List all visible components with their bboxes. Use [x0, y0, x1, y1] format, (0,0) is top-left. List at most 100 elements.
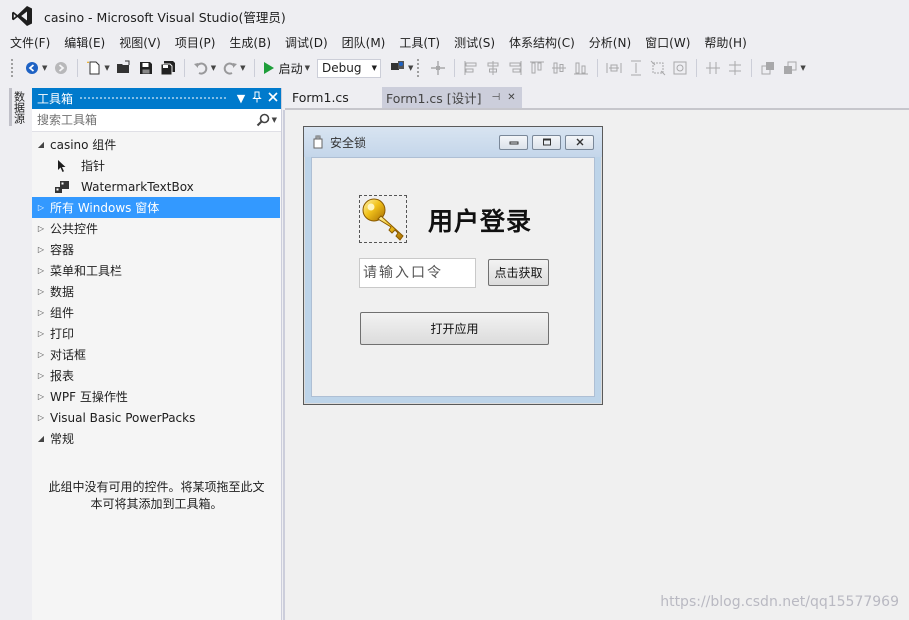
toolbox-group-components[interactable]: ▷ 组件	[32, 302, 281, 323]
undo-dropdown-icon[interactable]: ▼	[211, 64, 216, 72]
save-icon[interactable]	[136, 58, 156, 78]
close-tab-icon[interactable]: ✕	[507, 92, 515, 103]
send-to-back-icon[interactable]	[780, 58, 800, 78]
redo-icon[interactable]	[220, 58, 240, 78]
align-centers-icon[interactable]	[483, 58, 503, 78]
group-label: 打印	[50, 327, 75, 341]
vertical-spacing-icon[interactable]	[725, 58, 745, 78]
group-label: 组件	[50, 306, 75, 320]
menu-tools[interactable]: 工具(T)	[392, 34, 447, 51]
align-to-grid-icon[interactable]	[428, 58, 448, 78]
minimize-icon[interactable]	[499, 134, 528, 150]
watermark-text: https://blog.csdn.net/qq15577969	[660, 594, 899, 610]
menu-edit[interactable]: 编辑(E)	[57, 34, 112, 51]
toolbox-group-general[interactable]: ◢ 常规	[32, 428, 281, 449]
designed-form-window[interactable]: 安全锁 用户登录 请输入口令 点击获取 打开应用	[303, 126, 603, 405]
toolbar-grip[interactable]	[10, 58, 15, 78]
menu-view[interactable]: 视图(V)	[112, 34, 168, 51]
search-options-dropdown-icon[interactable]: ▼	[272, 116, 277, 124]
close-icon[interactable]	[265, 92, 281, 105]
toolbox-group-printing[interactable]: ▷ 打印	[32, 323, 281, 344]
pin-icon[interactable]	[249, 91, 265, 106]
save-all-icon[interactable]	[158, 58, 178, 78]
back-dropdown-icon[interactable]: ▼	[42, 64, 47, 72]
align-bottoms-icon[interactable]	[571, 58, 591, 78]
data-sources-tab[interactable]: 数据源	[9, 88, 26, 126]
toolbox-group-dialogs[interactable]: ▷ 对话框	[32, 344, 281, 365]
collapsed-arrow-icon: ▷	[37, 266, 45, 275]
make-same-height-icon[interactable]	[626, 58, 646, 78]
horizontal-spacing-icon[interactable]	[703, 58, 723, 78]
redo-dropdown-icon[interactable]: ▼	[240, 64, 245, 72]
close-icon[interactable]	[565, 134, 594, 150]
configuration-value: Debug	[321, 61, 362, 75]
toolbox-group-casino[interactable]: ◢ casino 组件	[32, 134, 281, 155]
toolbar-grip[interactable]	[416, 58, 422, 78]
menu-test[interactable]: 测试(S)	[447, 34, 502, 51]
undo-icon[interactable]	[191, 58, 211, 78]
menu-debug[interactable]: 调试(D)	[278, 34, 335, 51]
make-same-size-icon[interactable]	[648, 58, 668, 78]
group-label: 常规	[50, 432, 75, 446]
size-to-grid-icon[interactable]	[670, 58, 690, 78]
find-in-files-icon[interactable]	[388, 58, 408, 78]
menu-bar: 文件(F) 编辑(E) 视图(V) 项目(P) 生成(B) 调试(D) 团队(M…	[0, 32, 909, 52]
start-dropdown-icon[interactable]: ▼	[305, 64, 310, 72]
menu-build[interactable]: 生成(B)	[222, 34, 278, 51]
navigate-back-icon[interactable]	[22, 58, 42, 78]
toolbox-group-all-windows-forms[interactable]: ▷ 所有 Windows 窗体	[32, 197, 280, 218]
bring-to-front-icon[interactable]	[758, 58, 778, 78]
chevron-down-icon: ▼	[371, 64, 377, 72]
toolbox-search-input[interactable]	[37, 113, 256, 127]
menu-analyze[interactable]: 分析(N)	[582, 34, 638, 51]
document-tab-bar: Form1.cs Form1.cs [设计] ⊣ ✕	[285, 87, 909, 110]
toolbox-group-menus-toolbars[interactable]: ▷ 菜单和工具栏	[32, 260, 281, 281]
tab-label: Form1.cs	[292, 90, 349, 105]
menu-project[interactable]: 项目(P)	[168, 34, 223, 51]
menu-file[interactable]: 文件(F)	[4, 34, 57, 51]
toolbox-group-wpf-interop[interactable]: ▷ WPF 互操作性	[32, 386, 281, 407]
toolbox-group-common-controls[interactable]: ▷ 公共控件	[32, 218, 281, 239]
tab-form1-code[interactable]: Form1.cs	[285, 87, 382, 108]
solution-configuration-select[interactable]: Debug ▼	[316, 58, 381, 78]
get-code-button[interactable]: 点击获取	[488, 259, 549, 286]
align-lefts-icon[interactable]	[461, 58, 481, 78]
toolbox-group-containers[interactable]: ▷ 容器	[32, 239, 281, 260]
make-same-width-icon[interactable]	[604, 58, 624, 78]
align-middles-icon[interactable]	[549, 58, 569, 78]
menu-window[interactable]: 窗口(W)	[638, 34, 697, 51]
navigate-forward-icon[interactable]	[51, 58, 71, 78]
tab-form1-design[interactable]: Form1.cs [设计] ⊣ ✕	[382, 87, 522, 108]
start-debug-button[interactable]: 启动	[260, 58, 306, 78]
new-project-icon[interactable]	[84, 58, 104, 78]
toolbar-overflow-icon[interactable]: ▼	[800, 64, 805, 72]
toolbox-group-reporting[interactable]: ▷ 报表	[32, 365, 281, 386]
menu-architecture[interactable]: 体系结构(C)	[502, 34, 582, 51]
toolbox-search: ▼	[32, 109, 281, 132]
maximize-icon[interactable]	[532, 134, 561, 150]
toolbox-group-vb-powerpacks[interactable]: ▷ Visual Basic PowerPacks	[32, 407, 281, 428]
menu-help[interactable]: 帮助(H)	[697, 34, 753, 51]
group-label: 所有 Windows 窗体	[50, 201, 160, 215]
group-label: WPF 互操作性	[50, 390, 128, 404]
password-textbox[interactable]	[359, 258, 476, 288]
menu-team[interactable]: 团队(M)	[335, 34, 393, 51]
toolbox-item-watermarktextbox[interactable]: WatermarkTextBox	[32, 176, 281, 197]
open-file-icon[interactable]	[114, 58, 134, 78]
toolbox-group-data[interactable]: ▷ 数据	[32, 281, 281, 302]
group-label: 公共控件	[50, 222, 99, 236]
align-rights-icon[interactable]	[505, 58, 525, 78]
form-window-icon	[313, 135, 323, 149]
window-position-dropdown-icon[interactable]: ▼	[233, 92, 249, 105]
pin-tab-icon[interactable]: ⊣	[492, 92, 501, 103]
search-icon[interactable]: ▼	[256, 113, 281, 127]
group-label: 对话框	[50, 348, 87, 362]
toolbox-title: 工具箱	[37, 92, 74, 106]
new-project-dropdown-icon[interactable]: ▼	[104, 64, 109, 72]
key-picturebox[interactable]	[359, 195, 407, 243]
toolbox-item-pointer[interactable]: 指针	[32, 155, 281, 176]
find-dropdown-icon[interactable]: ▼	[408, 64, 413, 72]
header-grip[interactable]	[79, 96, 227, 101]
align-tops-icon[interactable]	[527, 58, 547, 78]
open-app-button[interactable]: 打开应用	[360, 312, 549, 345]
